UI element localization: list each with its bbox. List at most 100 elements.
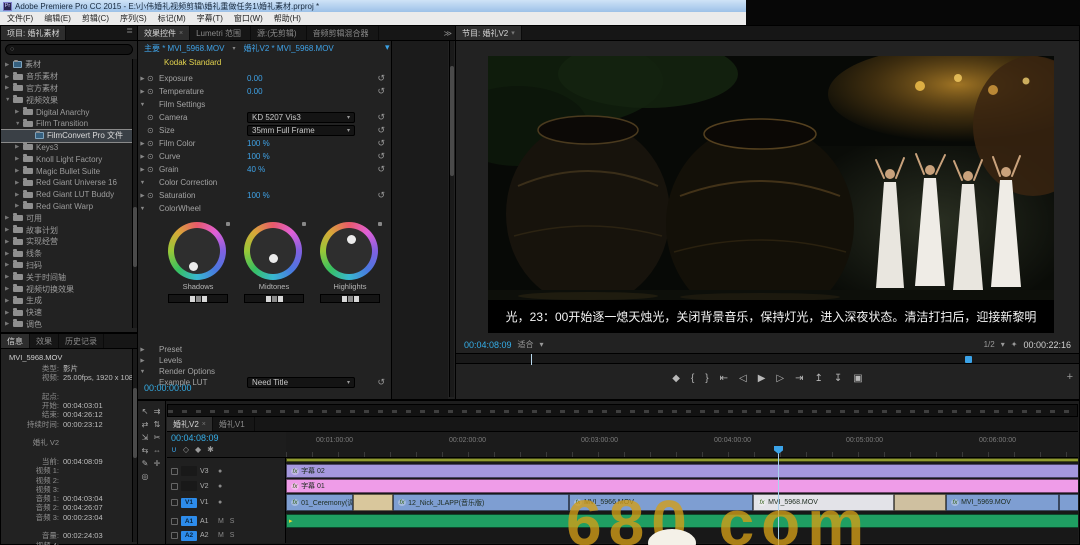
scroll-thumb[interactable] [450,66,454,176]
timeline-clip[interactable] [286,458,1078,462]
info-panel-tab[interactable]: 效果 [30,334,59,348]
color-wheel[interactable]: Highlights [320,222,382,303]
playhead-line[interactable] [778,453,779,545]
effect-panel-tab[interactable]: 音频剪辑混合器 [307,26,379,40]
color-wheel-ring[interactable] [168,222,226,280]
timeline-clip[interactable] [1059,494,1078,511]
bin-row[interactable]: ▶ Keys3 [1,142,132,154]
button-editor-plus-icon[interactable]: + [1067,371,1073,383]
timeline-clip[interactable]: fx MVI_5968.MOV [753,494,894,511]
effect-param-row[interactable]: ▶ Levels [138,355,391,366]
param-value[interactable]: 100 % [247,152,270,161]
track-header-row[interactable]: V1 V1 ● [167,494,285,511]
timeline-tracks-area[interactable]: fx 字幕 02 fx 字幕 01 fx 01_Ceremony(调色) [286,458,1078,543]
effect-panel-timecode[interactable]: 00:00:00:00 [144,383,192,393]
menu-item[interactable]: 标记(M) [158,13,186,24]
disclosure-caret-icon[interactable]: ▶ [138,167,147,173]
param-value[interactable]: KD 5207 Vis3 [252,113,301,122]
disclosure-caret-icon[interactable]: ▼ [138,369,147,375]
track-name[interactable]: V2 [200,483,215,490]
transport-button[interactable]: ◆ [672,374,680,384]
info-panel-tab[interactable]: 历史记录 [59,334,104,348]
track-lock-icon[interactable] [171,467,178,475]
stopwatch-icon[interactable]: ⊙ [147,74,159,83]
disclosure-caret-icon[interactable]: ▶ [5,239,13,245]
chevron-down-icon[interactable]: ▾ [232,45,235,52]
info-panel-tab[interactable]: 信息 [1,334,30,348]
timeline-toolbar-icon[interactable]: ✱ [207,445,214,454]
bin-row[interactable]: ▶ 快速 [1,307,132,319]
timeline-clip[interactable]: fx 字幕 02 [286,464,1078,478]
chevron-down-icon[interactable]: ▾ [540,340,544,349]
track-toggle-icons[interactable]: ● [218,483,224,490]
disclosure-caret-icon[interactable]: ▶ [5,298,13,304]
wheel-luma-slider[interactable] [320,294,380,303]
transport-button[interactable]: ↥ [815,374,823,384]
chevron-down-icon[interactable]: ▾ [511,29,515,37]
program-current-timecode[interactable]: 00:04:08:09 [464,340,512,350]
settings-wrench-icon[interactable]: ✦ [1011,340,1018,349]
more-tabs-icon[interactable]: ≫ [444,29,452,38]
color-wheel-handle[interactable] [269,254,278,263]
effect-param-row[interactable]: ▶ ⊙ Grain 40 % ↺ [138,163,391,176]
timeline-clip[interactable] [353,494,393,511]
disclosure-caret-icon[interactable]: ▶ [5,215,13,221]
tool-button[interactable]: ⇆ [139,444,151,457]
transport-button[interactable]: ◁ [739,374,747,384]
disclosure-caret-icon[interactable]: ▶ [138,193,147,199]
track-toggle-icons[interactable]: M S [218,518,236,525]
source-patch-button[interactable]: A1 [181,516,197,526]
color-wheel-handle[interactable] [189,262,198,271]
sequence-tab[interactable]: 婚礼V2 × [167,417,213,431]
timeline-clip[interactable]: fx 01_Ceremony(调色) [286,494,353,511]
preset-name[interactable]: Kodak Standard [164,58,221,67]
track-toggle-icons[interactable]: ● [218,499,224,506]
wheel-reset-icon[interactable] [302,222,306,226]
param-value[interactable]: 100 % [247,139,270,148]
bin-row[interactable]: ▶ Digital Anarchy [1,106,132,118]
wheel-reset-icon[interactable] [226,222,230,226]
color-wheel-ring[interactable] [244,222,302,280]
param-value[interactable]: Need Title [252,378,288,387]
bin-row[interactable]: ▶ 关于时间轴 [1,271,132,283]
tool-button[interactable]: ↖ [139,405,151,418]
source-patch-button[interactable] [181,466,197,476]
menu-item[interactable]: 剪辑(C) [82,13,109,24]
source-patch-button[interactable]: V1 [181,497,197,508]
effect-param-row[interactable]: ▶ ⊙ Film Color 100 % ↺ [138,137,391,150]
param-value[interactable]: 0.00 [247,74,263,83]
tab-program-monitor[interactable]: 节目: 婚礼V2 ▾ [456,26,522,40]
disclosure-caret-icon[interactable]: ▶ [5,286,13,292]
track-toggle-icons[interactable]: M S [218,532,236,539]
param-value[interactable]: 40 % [247,165,265,174]
disclosure-caret-icon[interactable]: ▶ [5,321,13,327]
disclosure-caret-icon[interactable]: ▼ [138,206,147,212]
stopwatch-icon[interactable]: ⊙ [147,165,159,174]
track-lock-icon[interactable] [171,532,178,539]
effect-param-row[interactable]: ▶ Preset [138,344,391,355]
source-patch-button[interactable]: A2 [181,530,197,541]
bin-row[interactable]: ▶ 扫码 [1,260,132,272]
transport-button[interactable]: } [705,374,708,384]
bin-row[interactable]: ▶ Red Giant Universe 16 [1,177,132,189]
dropdown-arrow-icon[interactable]: ▾ [347,114,350,121]
disclosure-caret-icon[interactable]: ▶ [15,109,23,115]
reset-param-icon[interactable]: ↺ [377,151,385,162]
bin-row[interactable]: ▼ Film Transition [1,118,132,130]
color-wheel[interactable]: Midtones [244,222,306,303]
track-name[interactable]: V1 [200,499,215,506]
timeline-toolbar-icon[interactable]: ◆ [195,445,201,454]
track-lock-icon[interactable] [171,482,178,490]
effect-panel-tab[interactable]: 效果控件 × [138,26,191,40]
sequence-clip-label[interactable]: 婚礼V2 * MVI_5968.MOV [244,43,334,54]
panel-menu-icon[interactable]: ≣ [126,26,137,40]
color-wheel[interactable]: Shadows [168,222,230,303]
track-header-row[interactable]: V3 ● [167,464,285,478]
tool-button[interactable]: ⇔ [151,444,163,457]
menu-item[interactable]: 文件(F) [7,13,33,24]
wheel-luma-slider[interactable] [168,294,228,303]
effect-param-row[interactable]: ⊙ Size 35mm Full Frame ▾ ↺ [138,124,391,137]
disclosure-caret-icon[interactable]: ▶ [15,203,23,209]
bin-row[interactable]: ▶ Red Giant Warp [1,201,132,213]
track-lock-icon[interactable] [171,517,178,525]
